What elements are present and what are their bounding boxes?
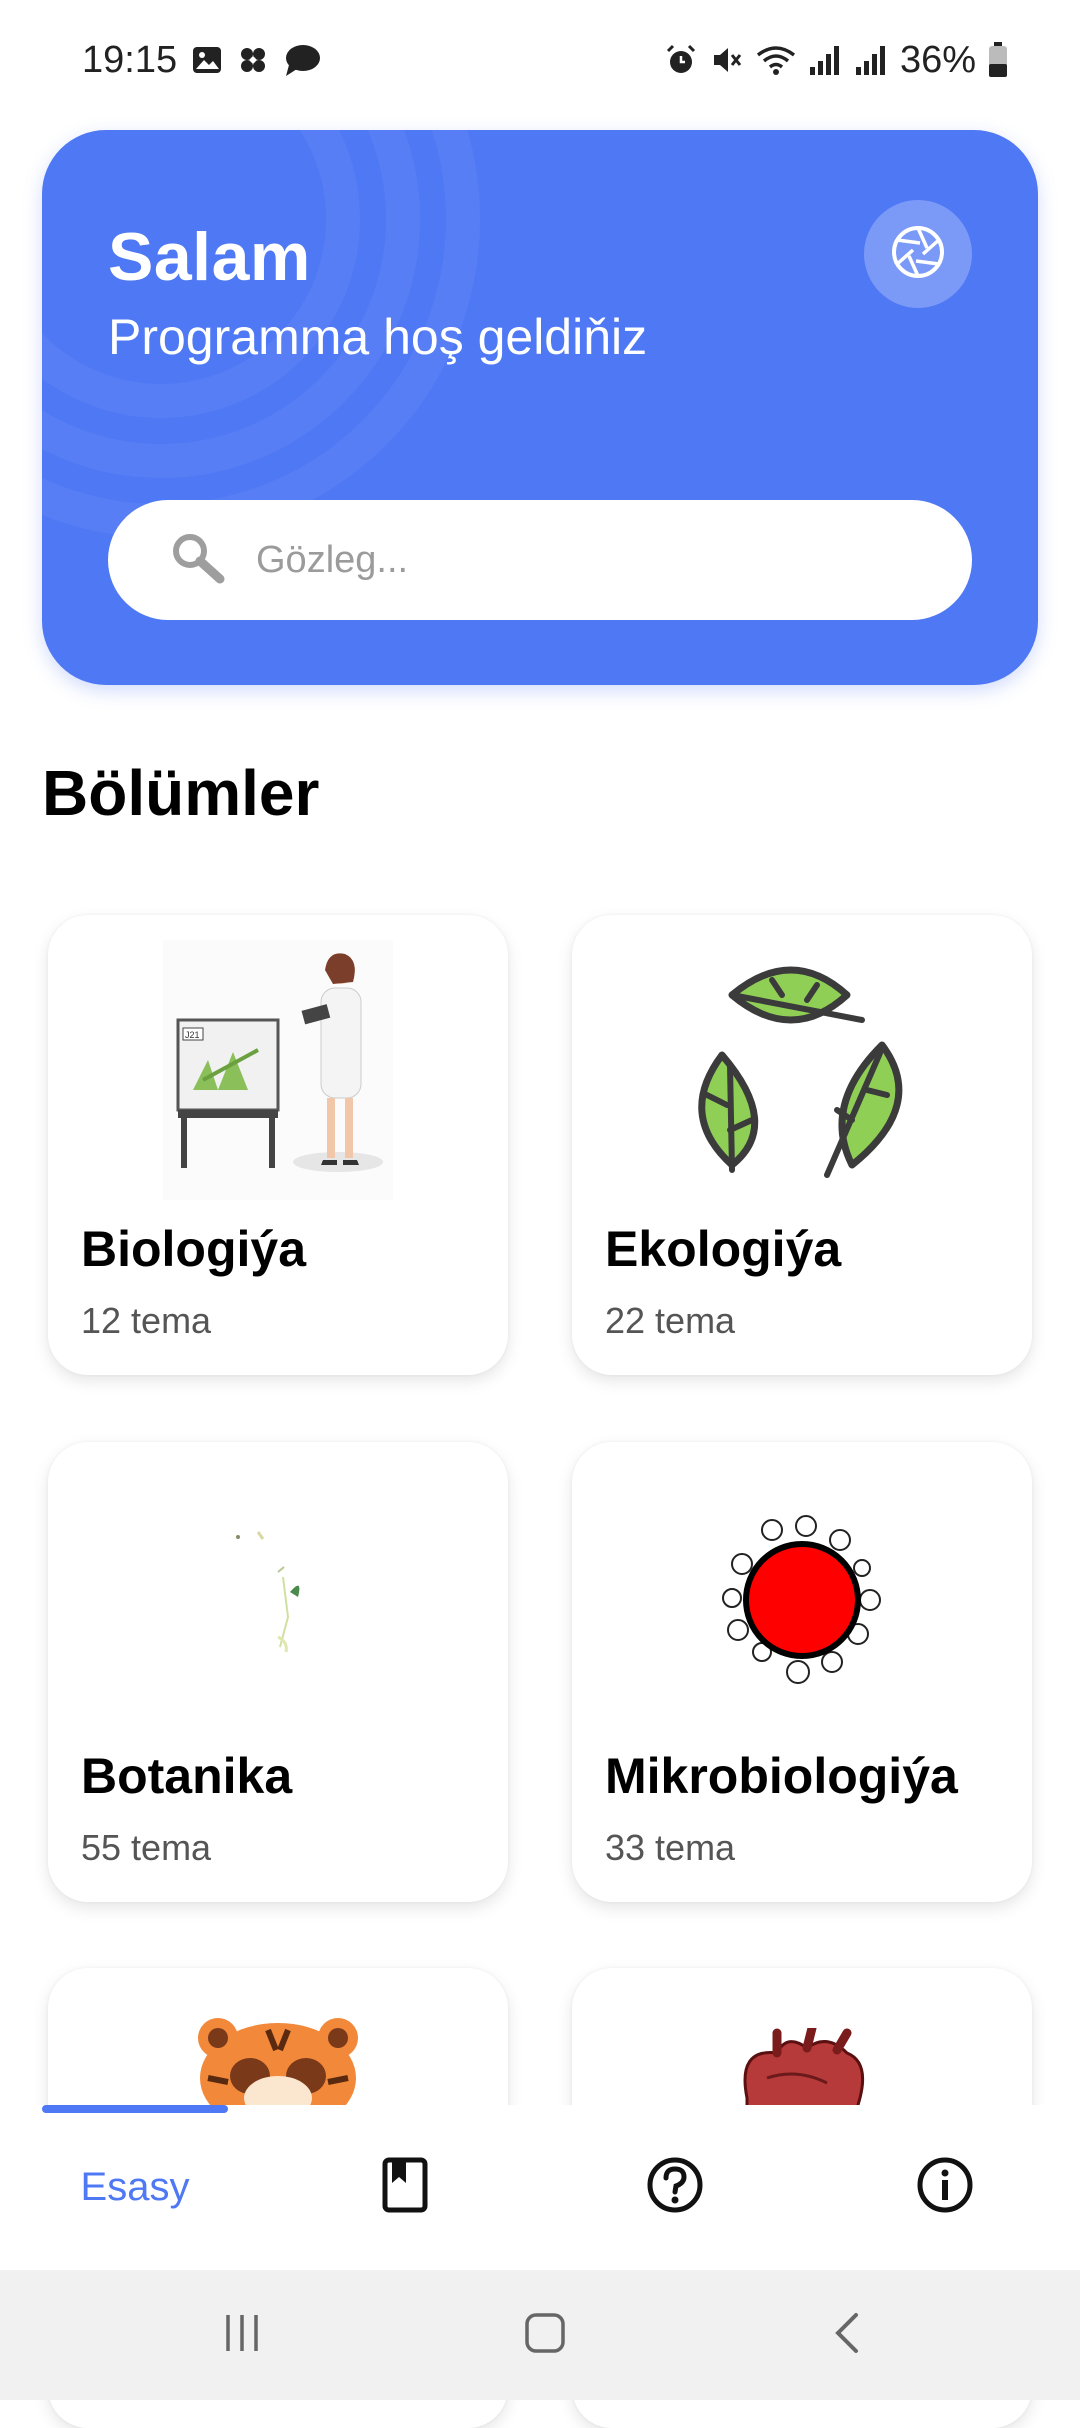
plant-sprout-illustration <box>48 1462 508 1732</box>
battery-icon <box>988 42 1008 78</box>
battery-percent: 36% <box>899 38 976 81</box>
back-button[interactable] <box>808 2295 888 2375</box>
back-icon <box>826 2311 870 2360</box>
aperture-button[interactable] <box>864 200 972 308</box>
status-bar: 19:15 36% <box>0 0 1080 120</box>
svg-text:J21: J21 <box>185 1030 200 1040</box>
category-count: 55 tema <box>81 1827 212 1868</box>
home-icon <box>523 2311 567 2360</box>
status-right: 36% <box>664 39 1008 82</box>
category-card-botanika[interactable]: Botanika 55 tema <box>48 1442 508 1902</box>
recycle-leaves-icon <box>572 935 1032 1205</box>
category-count: 22 tema <box>605 1300 736 1341</box>
category-count: 33 tema <box>605 1827 736 1868</box>
signal-icon <box>854 43 888 77</box>
scientist-illustration: J21 <box>48 935 508 1205</box>
info-circle-icon <box>916 2156 974 2219</box>
system-navigation-bar <box>0 2270 1080 2400</box>
nav-tab-bookmarks[interactable] <box>340 2105 470 2270</box>
bottom-navigation: Esasy <box>0 2105 1080 2270</box>
nav-tab-home[interactable]: Esasy <box>42 2105 228 2270</box>
category-title: Botanika <box>81 1748 293 1804</box>
category-card-biologiya[interactable]: J21 Biologiýa 12 tema <box>48 915 508 1375</box>
category-title: Mikrobiologiýa <box>605 1748 958 1804</box>
greeting-title: Salam <box>108 219 311 295</box>
mute-icon <box>710 43 744 77</box>
category-title: Ekologiýa <box>605 1221 842 1277</box>
header-card: Salam Programma hoş geldiňiz <box>42 130 1038 685</box>
home-button[interactable] <box>505 2295 585 2375</box>
category-card-ekologiya[interactable]: Ekologiýa 22 tema <box>572 915 1032 1375</box>
status-left: 19:15 <box>82 39 321 82</box>
category-title: Biologiýa <box>81 1221 307 1277</box>
help-circle-icon <box>646 2156 704 2219</box>
search-input[interactable] <box>254 537 898 583</box>
wifi-icon <box>756 43 796 77</box>
pinwheel-icon <box>237 44 269 76</box>
nav-tab-help[interactable] <box>610 2105 740 2270</box>
category-card-mikrobiologiya[interactable]: Mikrobiologiýa 33 tema <box>572 1442 1032 1902</box>
chat-bubble-icon <box>283 43 321 77</box>
recent-apps-button[interactable] <box>202 2295 282 2375</box>
microbe-icon <box>572 1462 1032 1732</box>
recent-apps-icon <box>220 2311 264 2360</box>
greeting-subtitle: Programma hoş geldiňiz <box>108 309 648 365</box>
nav-tab-info[interactable] <box>880 2105 1010 2270</box>
search-icon <box>168 529 226 592</box>
signal-icon <box>808 43 842 77</box>
category-count: 12 tema <box>81 1300 212 1341</box>
section-title: Bölümler <box>42 757 320 829</box>
aperture-icon <box>889 223 947 286</box>
search-box[interactable] <box>108 500 972 620</box>
status-time: 19:15 <box>82 38 178 81</box>
gallery-icon <box>191 44 223 76</box>
alarm-icon <box>664 43 698 77</box>
nav-tab-home-label: Esasy <box>80 2165 190 2209</box>
bookmark-book-icon <box>380 2157 430 2218</box>
